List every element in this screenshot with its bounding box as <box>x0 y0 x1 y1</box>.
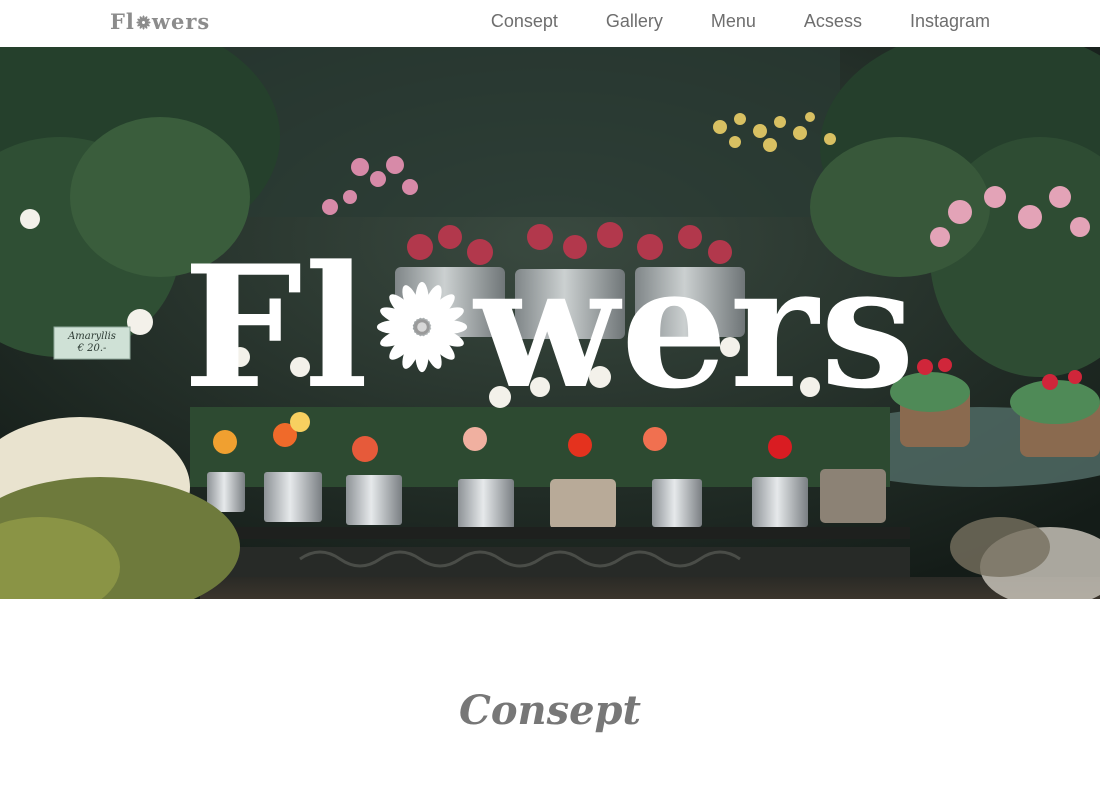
site-logo[interactable]: Fl wers <box>110 8 210 36</box>
hero-title-prefix: Fl <box>183 228 371 426</box>
main-nav: Consept Gallery Menu Acsess Instagram <box>491 0 990 42</box>
nav-item-menu[interactable]: Menu <box>711 11 756 32</box>
nav-item-instagram[interactable]: Instagram <box>910 11 990 32</box>
logo-text-suffix: wers <box>151 9 211 34</box>
nav-item-acsess[interactable]: Acsess <box>804 11 862 32</box>
daisy-icon <box>377 281 468 373</box>
section-heading: Consept <box>458 687 641 734</box>
site-header: Fl wers Consept Gallery Menu Acsess Inst… <box>0 0 1100 47</box>
concept-section: Consept <box>0 599 1100 800</box>
logo-text-prefix: Fl <box>110 9 135 34</box>
daisy-icon <box>136 14 151 30</box>
nav-item-consept[interactable]: Consept <box>491 11 558 32</box>
hero-title: Fl wers <box>0 237 1100 417</box>
hero-section: Amaryllis € 20.- Fl wers <box>0 47 1100 599</box>
hero-title-suffix: wers <box>474 228 917 426</box>
nav-item-gallery[interactable]: Gallery <box>606 11 663 32</box>
